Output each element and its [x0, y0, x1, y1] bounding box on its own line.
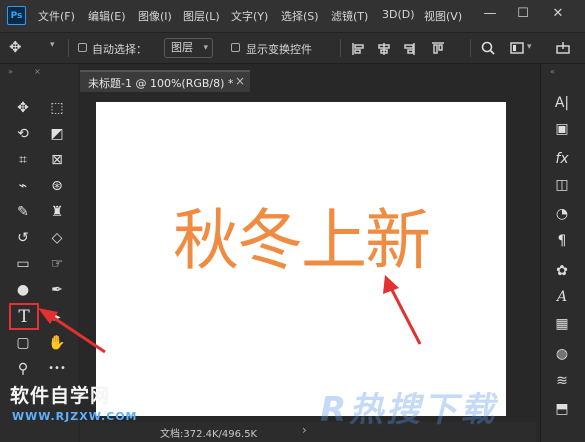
photoshop-logo: Ps: [7, 6, 26, 25]
object-select-tool[interactable]: ◩: [46, 123, 68, 145]
close-panel-icon[interactable]: ×: [34, 67, 41, 76]
annotation-arrow-to-type-tool: [38, 308, 106, 354]
chevron-down-icon[interactable]: ▾: [527, 42, 532, 52]
paragraph-panel-icon[interactable]: ¶: [551, 230, 573, 252]
divider: [340, 39, 341, 57]
color-panel-icon[interactable]: ▣: [551, 118, 573, 140]
frame-tool[interactable]: ⊠: [46, 149, 68, 171]
channels-panel-icon[interactable]: ≋: [551, 370, 573, 392]
marquee-tool[interactable]: ⬚: [46, 97, 68, 119]
document-tab[interactable]: 未标题-1 @ 100%(RGB/8) * ×: [80, 70, 250, 92]
patch-tool[interactable]: ⊛: [46, 175, 68, 197]
divider: [68, 39, 69, 57]
eraser-tool[interactable]: ◇: [46, 227, 68, 249]
share-icon[interactable]: [556, 42, 570, 54]
auto-select-target-value: 图层: [171, 41, 193, 54]
auto-select-label: 自动选择：: [92, 43, 147, 56]
menu-view[interactable]: 视图(V): [424, 8, 462, 24]
canvas-text-layer[interactable]: 秋冬上新: [96, 196, 506, 286]
expand-panels-icon[interactable]: «: [550, 67, 555, 76]
zoom-tool[interactable]: ⚲: [12, 358, 34, 380]
paths-panel-icon[interactable]: ⬒: [551, 398, 573, 420]
adjustments-panel-icon[interactable]: ◫: [551, 174, 573, 196]
glyphs-panel-icon[interactable]: A: [551, 286, 573, 308]
auto-select-checkbox[interactable]: [78, 43, 87, 52]
styles-panel-icon[interactable]: fx: [551, 148, 573, 170]
menu-edit[interactable]: 编辑(E): [88, 8, 126, 24]
move-tool-preset-icon[interactable]: ✥: [9, 38, 22, 56]
close-tab-button[interactable]: ×: [235, 74, 245, 88]
collapse-panel-icon[interactable]: »: [8, 67, 13, 76]
menu-type[interactable]: 文字(Y): [231, 8, 268, 24]
document-size-status: 文档:372.4K/496.5K: [160, 429, 258, 440]
divider: [470, 39, 471, 57]
menu-file[interactable]: 文件(F): [38, 8, 75, 24]
watermark-url-left: WWW.RJZXW.COM: [12, 410, 138, 423]
chevron-down-icon: ▾: [203, 43, 208, 53]
more-tools-button[interactable]: •••: [46, 358, 68, 380]
show-transform-controls-checkbox[interactable]: [231, 43, 240, 52]
menu-filter[interactable]: 滤镜(T): [331, 8, 368, 24]
history-brush-tool[interactable]: ↺: [12, 227, 34, 249]
smudge-tool[interactable]: ☞: [46, 253, 68, 275]
brush-tool[interactable]: ✎: [12, 201, 34, 223]
layers-panel-icon[interactable]: ◍: [551, 343, 573, 365]
history-panel-icon[interactable]: ◔: [551, 203, 573, 225]
menu-select[interactable]: 选择(S): [281, 8, 319, 24]
close-window-button[interactable]: ✕: [548, 4, 568, 24]
chevron-down-icon[interactable]: ▾: [50, 40, 55, 50]
pen-tool[interactable]: ✒: [46, 279, 68, 301]
minimize-button[interactable]: —: [480, 4, 500, 24]
move-tool[interactable]: ✥: [12, 97, 34, 119]
gradient-tool[interactable]: ▭: [12, 253, 34, 275]
align-icons-group: [352, 42, 444, 55]
menu-image[interactable]: 图像(I): [138, 8, 172, 24]
menu-layer[interactable]: 图层(L): [183, 8, 220, 24]
crop-tool[interactable]: ⌗: [12, 149, 34, 171]
brush-settings-icon[interactable]: ✿: [551, 260, 573, 282]
eyedropper-tool[interactable]: ⌁: [12, 175, 34, 197]
workspace-icon[interactable]: [510, 42, 524, 54]
properties-panel-icon[interactable]: ▦: [551, 313, 573, 335]
search-icon[interactable]: [481, 41, 495, 55]
dodge-tool[interactable]: ●: [12, 279, 34, 301]
watermark-logo-right: R热搜下载: [320, 390, 498, 430]
document-tab-title: 未标题-1 @ 100%(RGB/8) *: [88, 77, 234, 90]
watermark-logo-left: 软件自学网: [10, 385, 111, 407]
character-panel-icon[interactable]: A|: [551, 92, 573, 114]
lasso-tool[interactable]: ⟲: [12, 123, 34, 145]
clone-stamp-tool[interactable]: ♜: [46, 201, 68, 223]
auto-select-target-dropdown[interactable]: 图层 ▾: [164, 38, 213, 58]
show-transform-controls-label: 显示变换控件: [246, 43, 312, 56]
status-menu-arrow[interactable]: ›: [302, 423, 307, 437]
annotation-arrow-to-text: [383, 275, 422, 345]
menu-3d[interactable]: 3D(D): [382, 8, 415, 21]
maximize-button[interactable]: ☐: [513, 4, 533, 24]
